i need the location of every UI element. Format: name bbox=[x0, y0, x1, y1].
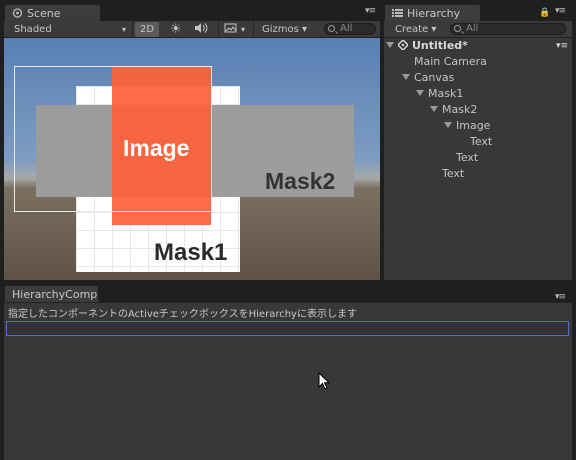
expand-arrow-icon[interactable] bbox=[386, 42, 394, 48]
2d-toggle-button[interactable]: 2D bbox=[135, 22, 159, 37]
expand-arrow-icon[interactable] bbox=[444, 122, 452, 128]
component-field[interactable] bbox=[6, 321, 569, 336]
scene-search-input[interactable]: All bbox=[324, 23, 376, 35]
search-icon bbox=[454, 25, 461, 32]
scene-root-menu-icon[interactable]: ▾≡ bbox=[556, 38, 568, 54]
expand-arrow-icon[interactable] bbox=[430, 106, 438, 112]
2d-label: 2D bbox=[139, 24, 155, 35]
scene-icon bbox=[12, 8, 23, 18]
create-dropdown[interactable]: Create ▾ bbox=[395, 22, 436, 37]
chevron-down-icon: ▾ bbox=[241, 25, 246, 34]
effects-dropdown-icon[interactable] bbox=[224, 22, 238, 37]
scene-toolbar: Shaded ▾ 2D ☀ ▾ Gizmos ▾ All bbox=[4, 21, 380, 38]
scene-root-row[interactable]: Untitled* ▾≡ bbox=[386, 38, 570, 54]
image-label: Image bbox=[123, 135, 190, 161]
panel-description: 指定したコンポーネントのActiveチェックボックスをHierarchyに表示し… bbox=[8, 309, 357, 320]
gizmos-label: Gizmos bbox=[262, 24, 299, 35]
bottom-panel-menu-icon[interactable]: ▾≡ bbox=[555, 292, 569, 302]
expand-arrow-icon[interactable] bbox=[416, 90, 424, 96]
lighting-toggle-icon[interactable]: ☀ bbox=[170, 22, 182, 37]
shading-dropdown[interactable]: Shaded bbox=[14, 22, 52, 37]
tab-hierarchy-comp-label: HierarchyComp bbox=[12, 288, 98, 301]
hierarchy-panel: Untitled* ▾≡ Main Camera Canvas Mask1 Ma… bbox=[384, 38, 572, 280]
mouse-cursor-icon bbox=[318, 371, 331, 390]
list-icon bbox=[392, 8, 403, 18]
audio-toggle-icon[interactable] bbox=[194, 22, 208, 37]
scene-view[interactable]: Image Mask2 Mask1 bbox=[4, 38, 380, 280]
tab-scene-label: Scene bbox=[27, 7, 61, 20]
tab-hierarchy-comp[interactable]: HierarchyComp bbox=[4, 285, 99, 303]
hierarchy-item-text[interactable]: Text bbox=[470, 134, 492, 150]
hierarchy-item-mask1[interactable]: Mask1 bbox=[416, 86, 463, 102]
tab-hierarchy-label: Hierarchy bbox=[407, 7, 461, 20]
expand-arrow-icon[interactable] bbox=[402, 74, 410, 80]
tab-hierarchy[interactable]: Hierarchy bbox=[384, 4, 481, 22]
unity-logo-icon bbox=[397, 39, 409, 51]
tab-scene[interactable]: Scene bbox=[4, 4, 101, 22]
create-label: Create bbox=[395, 24, 429, 35]
scene-panel-menu-icon[interactable]: ▾≡ bbox=[365, 6, 379, 16]
scene-root-label: Untitled* bbox=[412, 39, 468, 52]
chevron-down-icon: ▾ bbox=[122, 25, 127, 34]
hierarchy-item-image[interactable]: Image bbox=[444, 118, 490, 134]
hierarchy-item-text[interactable]: Text bbox=[456, 150, 478, 166]
hierarchy-item-main-camera[interactable]: Main Camera bbox=[414, 54, 487, 70]
gizmos-dropdown[interactable]: Gizmos ▾ bbox=[262, 22, 307, 37]
hierarchy-comp-panel: 指定したコンポーネントのActiveチェックボックスをHierarchyに表示し… bbox=[4, 302, 572, 460]
hierarchy-toolbar: Create ▾ All bbox=[384, 21, 572, 38]
hierarchy-search-input[interactable]: All bbox=[450, 23, 566, 35]
hierarchy-panel-menu-icon[interactable]: ▾≡ bbox=[555, 6, 569, 16]
hierarchy-item-text[interactable]: Text bbox=[442, 166, 464, 182]
mask2-label: Mask2 bbox=[265, 168, 336, 194]
shading-value: Shaded bbox=[14, 24, 52, 35]
search-icon bbox=[328, 25, 335, 32]
mask1-label: Mask1 bbox=[154, 239, 228, 266]
hierarchy-item-mask2[interactable]: Mask2 bbox=[430, 102, 477, 118]
hierarchy-item-canvas[interactable]: Canvas bbox=[402, 70, 454, 86]
lock-icon[interactable]: 🔒 bbox=[539, 6, 550, 18]
